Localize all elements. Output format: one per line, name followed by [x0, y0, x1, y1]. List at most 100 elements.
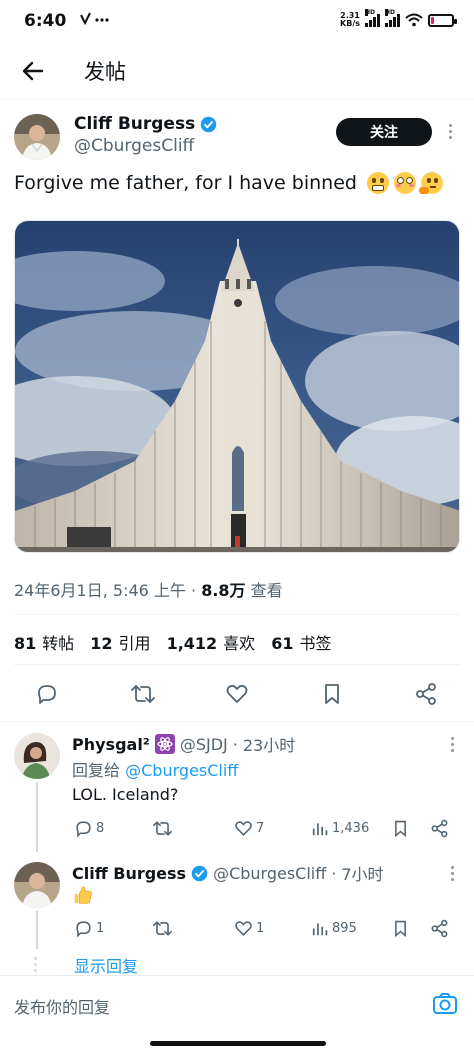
- notification-icons: [80, 12, 110, 30]
- bookmark-button[interactable]: [317, 676, 347, 712]
- verified-icon: [191, 865, 208, 881]
- stat-likes[interactable]: 1,412 喜欢: [167, 630, 256, 654]
- author-handle[interactable]: @CburgesCliff: [74, 136, 194, 156]
- follow-button[interactable]: 关注: [336, 118, 432, 146]
- reply-header: Physgal² @SJDJ · 23小时: [72, 732, 295, 756]
- like-icon: [235, 820, 252, 836]
- more-options-icon[interactable]: [446, 124, 454, 139]
- thumbs-up-icon: [72, 884, 94, 910]
- more-replies-dots: [34, 957, 37, 972]
- signal-icon-2: HD: [385, 9, 400, 27]
- page-title: 发帖: [84, 60, 126, 84]
- show-replies-link[interactable]: 显示回复: [74, 953, 138, 977]
- reply-to-line: 回复给 @CburgesCliff: [72, 761, 239, 780]
- camera-button[interactable]: [432, 992, 458, 1016]
- tweet-meta: 24年6月1日, 5:46 上午 · 8.8万 查看: [14, 581, 283, 600]
- bookmark-button[interactable]: [392, 817, 409, 839]
- bookmark-icon: [325, 684, 339, 704]
- thinking-face-icon: [418, 172, 443, 194]
- share-button[interactable]: [430, 817, 449, 839]
- church-photo-image: [15, 221, 459, 552]
- author-avatar[interactable]: [14, 114, 60, 160]
- tweet-text: Forgive me father, for I have binned: [14, 172, 357, 194]
- send-and-more-icon: [80, 12, 109, 26]
- like-icon: [226, 684, 248, 703]
- like-button[interactable]: 1: [234, 917, 264, 939]
- like-button[interactable]: [222, 676, 252, 712]
- reply-compose-bar: 发布你的回复: [0, 975, 474, 1031]
- reply-button[interactable]: 1: [74, 917, 104, 939]
- divider: [0, 721, 474, 722]
- atom-icon: [154, 734, 175, 754]
- views-count: 8.8万: [201, 581, 246, 600]
- author-name[interactable]: Cliff Burgess: [74, 114, 195, 134]
- tweet-stats: 81 转帖 12 引用 1,412 喜欢 61 书签: [14, 630, 331, 654]
- reply-time: 23小时: [242, 736, 296, 755]
- reply-text: LOL. Iceland?: [72, 785, 179, 804]
- retweet-icon: [153, 920, 172, 936]
- reply-author-handle[interactable]: @CburgesCliff: [213, 864, 326, 883]
- stat-quotes[interactable]: 12 引用: [90, 630, 150, 654]
- verified-icon: [200, 116, 217, 132]
- thread-line: [36, 782, 38, 852]
- tweet-text-line: Forgive me father, for I have binned: [14, 172, 443, 194]
- views-icon: [312, 822, 328, 835]
- signal-icon: HD: [365, 9, 380, 27]
- status-bar: 6:40 2.31 KB/s HD HD: [0, 0, 474, 44]
- reply-button[interactable]: 8: [74, 817, 104, 839]
- views-icon: [312, 922, 328, 935]
- flushed-face-icon: [393, 172, 416, 194]
- page-header: 发帖: [0, 44, 474, 100]
- views-button[interactable]: 1,436: [312, 817, 369, 839]
- like-button[interactable]: 7: [234, 817, 264, 839]
- arrow-left-icon: [22, 61, 44, 81]
- home-indicator[interactable]: [150, 1041, 326, 1046]
- tweet-timestamp: 24年6月1日, 5:46 上午: [14, 581, 186, 600]
- stat-bookmarks[interactable]: 61 书签: [271, 630, 331, 654]
- reply-icon: [76, 920, 91, 938]
- reply-input[interactable]: 发布你的回复: [14, 994, 110, 1018]
- share-icon: [431, 919, 448, 937]
- reply-button[interactable]: [32, 676, 62, 712]
- reply-icon: [76, 820, 91, 838]
- retweet-icon: [153, 820, 172, 836]
- camera-icon: [433, 993, 457, 1014]
- author-name-line: Cliff Burgess: [74, 114, 217, 134]
- bookmark-button[interactable]: [392, 917, 409, 939]
- reply-author-name[interactable]: Physgal²: [72, 735, 150, 754]
- bookmark-icon: [395, 820, 406, 837]
- thread-line: [36, 911, 38, 949]
- bookmark-icon: [395, 920, 406, 937]
- stat-retweets[interactable]: 81 转帖: [14, 630, 74, 654]
- tweet-actions: [0, 676, 474, 712]
- reply-avatar[interactable]: [14, 733, 60, 779]
- network-speed: 2.31 KB/s: [340, 11, 360, 28]
- divider: [14, 664, 460, 665]
- wifi-icon: [405, 13, 423, 27]
- back-button[interactable]: [18, 56, 48, 86]
- divider: [14, 614, 460, 615]
- share-icon: [416, 683, 436, 705]
- like-icon: [235, 920, 252, 936]
- battery-icon: [428, 13, 457, 27]
- reply-to-handle-link[interactable]: @CburgesCliff: [125, 761, 238, 780]
- grimacing-face-icon: [366, 172, 389, 194]
- share-icon: [431, 819, 448, 837]
- reply-more-icon[interactable]: [448, 737, 456, 752]
- reply-time: 7小时: [341, 865, 384, 884]
- share-button[interactable]: [430, 917, 449, 939]
- retweet-icon: [131, 685, 155, 703]
- status-time: 6:40: [24, 11, 67, 31]
- share-button[interactable]: [411, 676, 441, 712]
- reply-more-icon[interactable]: [448, 866, 456, 881]
- retweet-button[interactable]: [152, 817, 176, 839]
- reply-author-name[interactable]: Cliff Burgess: [72, 864, 186, 883]
- views-button[interactable]: 895: [312, 917, 357, 939]
- reply-author-handle[interactable]: @SJDJ: [180, 735, 228, 754]
- tweet-photo[interactable]: [14, 220, 460, 553]
- views-label: 查看: [250, 581, 283, 600]
- reply-avatar[interactable]: [14, 862, 60, 908]
- reply-icon: [38, 685, 56, 704]
- retweet-button[interactable]: [128, 676, 158, 712]
- retweet-button[interactable]: [152, 917, 176, 939]
